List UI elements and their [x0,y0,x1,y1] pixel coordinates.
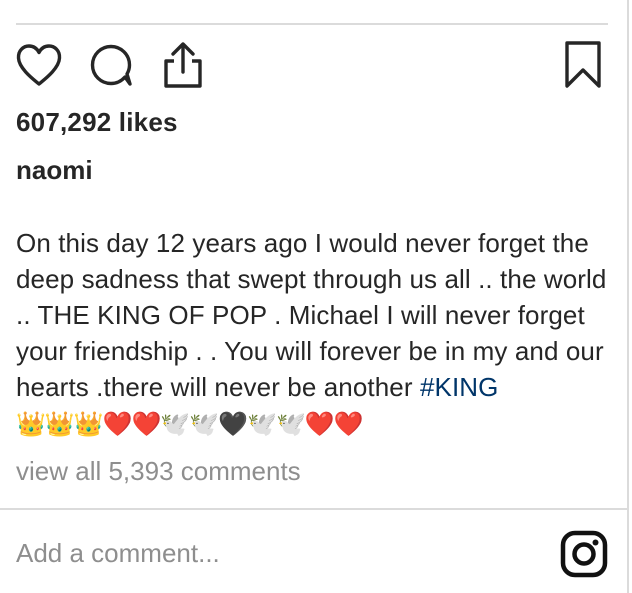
instagram-icon [560,530,608,578]
post-caption: On this day 12 years ago I would never f… [16,225,616,442]
post-username[interactable]: naomi [16,154,93,186]
hashtag-link[interactable]: #KING [420,372,499,402]
heart-icon [16,44,62,86]
post-action-bar [0,38,632,92]
view-all-comments-link[interactable]: view all 5,393 comments [16,455,301,487]
comment-divider [0,508,628,510]
instagram-app-button[interactable] [558,528,610,580]
like-button[interactable] [14,38,64,92]
comment-input[interactable] [16,535,536,571]
share-button[interactable] [158,38,208,92]
comment-bubble-icon [90,44,132,86]
bookmark-icon [565,41,601,88]
share-icon [164,42,202,88]
likes-count[interactable]: 607,292 likes [16,106,178,138]
top-divider [16,23,608,25]
save-button[interactable] [558,38,608,92]
caption-text: On this day 12 years ago I would never f… [16,228,607,402]
caption-emojis: 👑👑👑❤️❤️🕊️🕊️🖤🕊️🕊️❤️❤️ [16,410,364,438]
comment-button[interactable] [86,38,136,92]
